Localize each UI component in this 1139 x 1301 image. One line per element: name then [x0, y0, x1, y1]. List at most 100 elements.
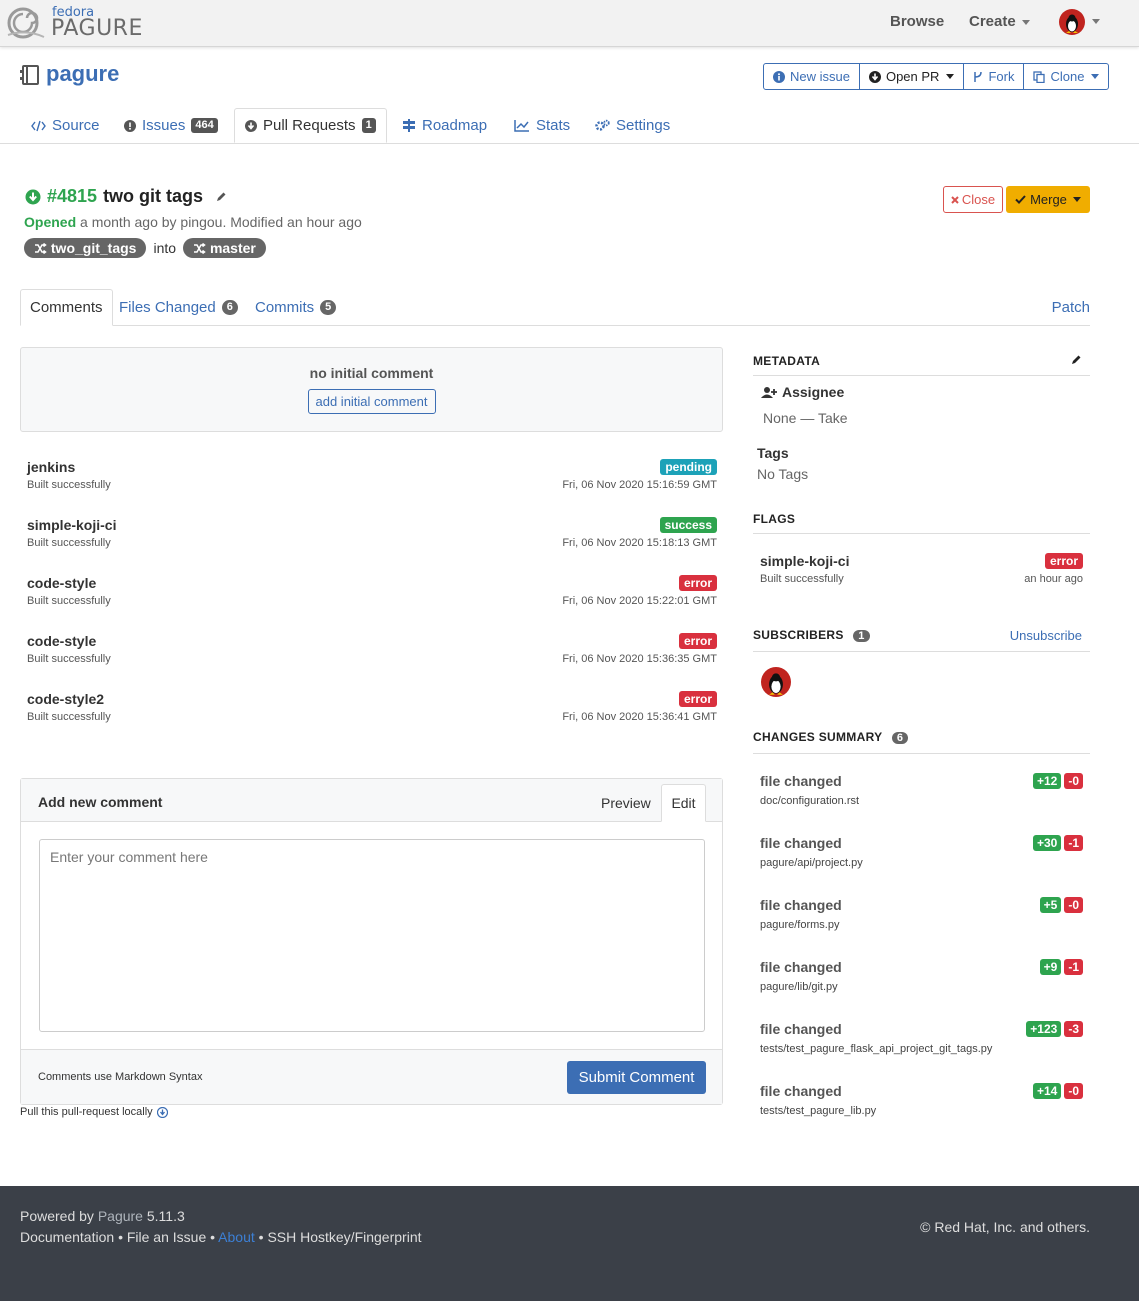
- footer-links: Documentation • File an Issue • About • …: [20, 1229, 422, 1245]
- nav-create-menu[interactable]: Create: [969, 13, 1030, 30]
- changed-file-item[interactable]: file changed pagure/lib/git.py +9 -1: [760, 959, 1083, 1005]
- roadmap-icon: [403, 119, 415, 132]
- avatar-icon: [769, 673, 783, 695]
- ssh-hostkey-link[interactable]: SSH Hostkey/Fingerprint: [267, 1229, 421, 1245]
- comment-textarea[interactable]: Enter your comment here: [39, 839, 705, 1032]
- pencil-icon[interactable]: [215, 191, 227, 203]
- status-badge: error: [1044, 553, 1083, 569]
- flag-desc: Built successfully: [760, 573, 844, 585]
- tab-preview[interactable]: Preview: [601, 795, 651, 811]
- patch-link[interactable]: Patch: [1052, 289, 1090, 326]
- about-link[interactable]: About: [218, 1229, 255, 1245]
- tab-commits[interactable]: Commits 5: [255, 289, 337, 326]
- tab-edit[interactable]: Edit: [661, 784, 706, 822]
- into-text: into: [153, 240, 177, 256]
- open-pr-button[interactable]: Open PR: [860, 64, 965, 89]
- pr-icon: [868, 70, 881, 83]
- new-comment-panel: Add new comment Preview Edit Enter your …: [20, 778, 723, 1105]
- project-name-link[interactable]: pagure: [46, 61, 119, 87]
- settings-icon: [595, 119, 610, 131]
- flag-desc: Built successfully: [27, 653, 111, 665]
- tab-pull-requests[interactable]: Pull Requests 1: [234, 108, 387, 143]
- user-avatar[interactable]: [1059, 9, 1085, 35]
- subscriber-avatar[interactable]: [761, 667, 791, 697]
- pencil-icon[interactable]: [1070, 354, 1082, 366]
- documentation-link[interactable]: Documentation: [20, 1229, 114, 1245]
- tab-commits-label: Commits: [255, 298, 315, 316]
- chevron-down-icon: [1072, 197, 1081, 202]
- fork-label: Fork: [988, 69, 1015, 84]
- submit-comment-button[interactable]: Submit Comment: [567, 1061, 706, 1094]
- fedora-swirl-icon: [7, 7, 45, 39]
- list-item: code-style Built successfully error Fri,…: [27, 575, 717, 621]
- subscribers-header: SUBSCRIBERS 1 Unsubscribe: [753, 628, 1090, 652]
- unsubscribe-link[interactable]: Unsubscribe: [1010, 628, 1082, 643]
- new-issue-button[interactable]: New issue: [764, 64, 860, 89]
- chevron-down-icon[interactable]: [1092, 19, 1100, 24]
- merge-label: Merge: [1030, 192, 1067, 207]
- changed-file-item[interactable]: file changed tests/test_pagure_lib.py +1…: [760, 1083, 1083, 1129]
- new-issue-label: New issue: [790, 69, 850, 84]
- file-action: changed: [784, 1021, 842, 1037]
- tab-pull-requests-label: Pull Requests: [263, 117, 356, 134]
- pull-locally-link[interactable]: Pull this pull-request locally: [20, 1106, 168, 1118]
- tab-files-changed-label: Files Changed: [119, 298, 216, 316]
- fork-button[interactable]: Fork: [964, 64, 1025, 89]
- tab-source-label: Source: [52, 117, 100, 134]
- file-word: file: [760, 897, 781, 913]
- flag-date: Fri, 06 Nov 2020 15:22:01 GMT: [562, 595, 717, 607]
- flag-date: Fri, 06 Nov 2020 15:36:35 GMT: [562, 653, 717, 665]
- copyright-text: © Red Hat, Inc. and others.: [920, 1219, 1090, 1235]
- sidebar-flag: simple-koji-ci Built successfully error …: [760, 553, 1083, 593]
- logo-pagure-text: PAGURE: [51, 16, 143, 41]
- initial-comment-panel: no initial comment add initial comment: [20, 347, 723, 432]
- additions-badge: +14: [1032, 1083, 1062, 1099]
- tab-stats[interactable]: Stats: [514, 108, 570, 143]
- nav-browse-link[interactable]: Browse: [890, 13, 944, 30]
- pr-icon: [245, 119, 257, 132]
- file-issue-link[interactable]: File an Issue: [127, 1229, 206, 1245]
- tab-comments[interactable]: Comments: [20, 289, 113, 326]
- tab-settings[interactable]: Settings: [595, 108, 670, 143]
- tab-files-changed[interactable]: Files Changed 6: [119, 289, 238, 326]
- pagure-link[interactable]: Pagure: [98, 1208, 143, 1224]
- tab-source[interactable]: Source: [31, 108, 100, 143]
- initial-comment-text: no initial comment: [309, 365, 434, 381]
- tab-issues[interactable]: Issues 464: [124, 108, 218, 143]
- changed-file-item[interactable]: file changed pagure/forms.py +5 -0: [760, 897, 1083, 943]
- chevron-down-icon: [1021, 19, 1030, 25]
- source-branch-badge[interactable]: two_git_tags: [24, 238, 147, 258]
- file-word: file: [760, 835, 781, 851]
- changed-file-item[interactable]: file changed doc/configuration.rst +12 -0: [760, 773, 1083, 819]
- close-pr-label: Close: [961, 192, 996, 207]
- commits-count: 5: [320, 300, 337, 315]
- assignee-heading: Assignee: [761, 384, 844, 400]
- file-path: tests/test_pagure_lib.py: [760, 1105, 877, 1117]
- clone-button[interactable]: Clone: [1024, 64, 1108, 89]
- pagure-logo[interactable]: fedora PAGURE: [6, 5, 142, 41]
- merge-button[interactable]: Merge: [1006, 186, 1090, 213]
- diff-stats: +30 -1: [1032, 835, 1083, 851]
- pr-subtabs: Comments Files Changed 6 Commits 5 Patch: [20, 289, 1090, 326]
- target-branch-badge[interactable]: master: [183, 238, 266, 258]
- tab-issues-label: Issues: [142, 117, 186, 134]
- tab-comments-label: Comments: [30, 298, 103, 316]
- assignee-value[interactable]: None — Take: [763, 410, 848, 426]
- pr-title: #4815 two git tags: [25, 186, 227, 207]
- open-pr-label: Open PR: [885, 69, 940, 84]
- changes-summary-header: CHANGES SUMMARY 6: [753, 730, 1090, 754]
- nav-create-label: Create: [969, 13, 1016, 30]
- add-initial-comment-button[interactable]: add initial comment: [307, 389, 436, 414]
- deletions-badge: -0: [1064, 897, 1083, 913]
- additions-badge: +12: [1032, 773, 1062, 789]
- pr-count-badge: 1: [361, 118, 376, 133]
- changed-file-item[interactable]: file changed pagure/api/project.py +30 -1: [760, 835, 1083, 881]
- times-icon: [951, 195, 959, 204]
- tab-roadmap[interactable]: Roadmap: [402, 108, 487, 143]
- tags-heading: Tags: [757, 445, 789, 461]
- deletions-badge: -1: [1064, 835, 1083, 851]
- changed-file-item[interactable]: file changed tests/test_pagure_flask_api…: [760, 1021, 1083, 1067]
- close-pr-button[interactable]: Close: [943, 186, 1003, 213]
- pr-opened-meta: a month ago by pingou. Modified an hour …: [80, 214, 362, 230]
- flag-when: an hour ago: [1024, 573, 1083, 585]
